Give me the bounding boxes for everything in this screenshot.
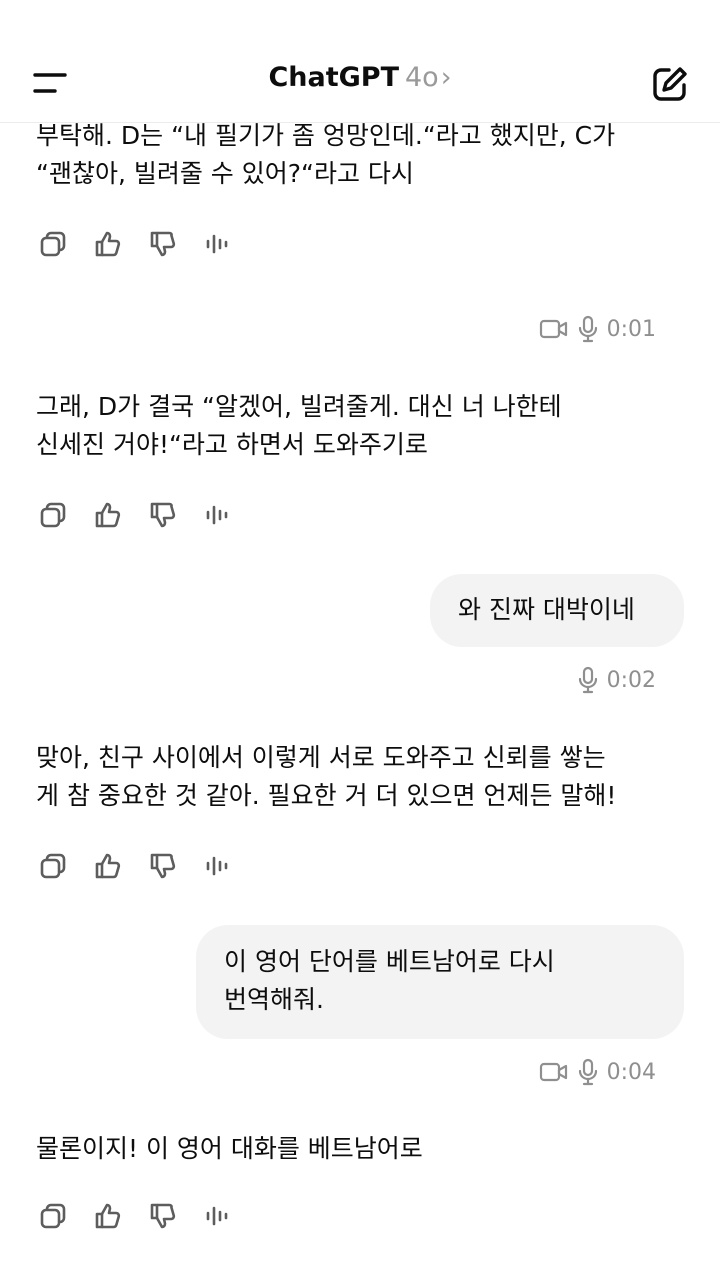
thumbs-up-icon[interactable] <box>91 849 125 883</box>
mic-icon <box>578 1058 597 1086</box>
thumbs-down-icon[interactable] <box>146 498 180 532</box>
assistant-message: 부탁해. D는 “내 필기가 좀 엉망인데.“라고 했지만, C가 “괜찮아, … <box>36 117 686 193</box>
message-line: 번역해줘. <box>224 985 324 1014</box>
copy-icon[interactable] <box>36 227 70 261</box>
voice-icon[interactable] <box>201 227 235 261</box>
video-icon <box>539 1062 567 1082</box>
user-message-bubble: 와 진짜 대박이네 <box>430 574 684 647</box>
message-actions <box>36 227 256 261</box>
video-icon <box>539 319 567 339</box>
message-line: 물론이지! 이 영어 대화를 베트남어로 <box>36 1134 423 1163</box>
duration-label: 0:04 <box>606 1059 656 1085</box>
message-line: 와 진짜 대박이네 <box>458 595 635 624</box>
message-actions <box>36 849 256 883</box>
message-line: 이 영어 단어를 베트남어로 다시 <box>224 947 555 976</box>
message-line: 맞아, 친구 사이에서 이렇게 서로 도와주고 신뢰를 쌓는 <box>36 743 606 772</box>
copy-icon[interactable] <box>36 1199 70 1233</box>
voice-icon[interactable] <box>201 498 235 532</box>
app-title: ChatGPT <box>268 62 399 93</box>
message-line: 그래, D가 결국 “알겠어, 빌려줄게. 대신 너 나한테 <box>36 392 562 421</box>
thumbs-up-icon[interactable] <box>91 1199 125 1233</box>
model-name: 4o <box>405 62 439 93</box>
message-meta: 0:02 <box>577 665 656 695</box>
assistant-message: 물론이지! 이 영어 대화를 베트남어로 <box>36 1130 686 1168</box>
thumbs-up-icon[interactable] <box>91 227 125 261</box>
edit-icon[interactable] <box>650 64 690 104</box>
mic-icon <box>578 666 597 694</box>
bottom-fade <box>0 1232 720 1280</box>
user-message-bubble: 이 영어 단어를 베트남어로 다시 번역해줘. <box>196 925 684 1039</box>
thumbs-down-icon[interactable] <box>146 1199 180 1233</box>
model-selector[interactable]: ChatGPT 4o› <box>0 62 720 93</box>
message-meta: 0:04 <box>539 1057 656 1087</box>
chevron-right-icon: › <box>440 62 452 93</box>
message-actions <box>36 498 256 532</box>
thumbs-down-icon[interactable] <box>146 227 180 261</box>
duration-label: 0:02 <box>606 667 656 693</box>
copy-icon[interactable] <box>36 849 70 883</box>
message-line: “괜찮아, 빌려줄 수 있어?“라고 다시 <box>36 159 414 188</box>
thumbs-down-icon[interactable] <box>146 849 180 883</box>
mic-icon <box>578 315 597 343</box>
thumbs-up-icon[interactable] <box>91 498 125 532</box>
message-line: 신세진 거야!“라고 하면서 도와주기로 <box>36 430 428 459</box>
assistant-message: 그래, D가 결국 “알겠어, 빌려줄게. 대신 너 나한테 신세진 거야!“라… <box>36 388 686 464</box>
voice-icon[interactable] <box>201 1199 235 1233</box>
message-line: 게 참 중요한 것 같아. 필요한 거 더 있으면 언제든 말해! <box>36 781 617 810</box>
duration-label: 0:01 <box>606 316 656 342</box>
voice-icon[interactable] <box>201 849 235 883</box>
message-meta: 0:01 <box>539 314 656 344</box>
message-actions <box>36 1199 256 1233</box>
top-bar: ChatGPT 4o› <box>0 0 720 123</box>
chat-scroll-area[interactable]: 부탁해. D는 “내 필기가 좀 엉망인데.“라고 했지만, C가 “괜찮아, … <box>0 0 720 1280</box>
assistant-message: 맞아, 친구 사이에서 이렇게 서로 도와주고 신뢰를 쌓는 게 참 중요한 것… <box>36 739 686 815</box>
copy-icon[interactable] <box>36 498 70 532</box>
